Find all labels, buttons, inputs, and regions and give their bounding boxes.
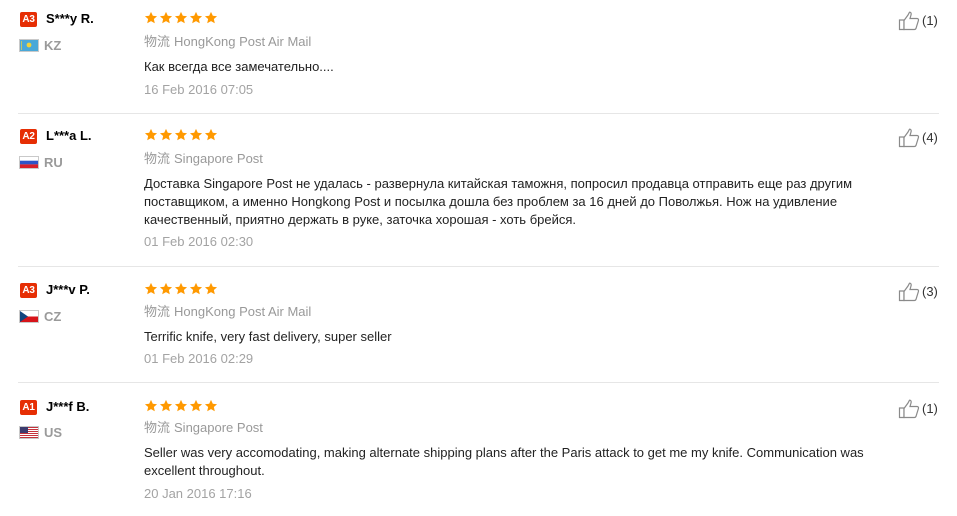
logistics-method: HongKong Post Air Mail (174, 304, 312, 319)
buyer-name: S***y R. (46, 11, 94, 26)
logistics-info: 物流 HongKong Post Air Mail (144, 304, 311, 320)
logistics-prefix: 物流 (144, 304, 171, 319)
rating-stars (144, 399, 218, 415)
logistics-method: Singapore Post (174, 151, 263, 166)
helpful-button[interactable]: (1) (898, 399, 938, 419)
thumbs-up-icon (898, 128, 920, 148)
star-icon (189, 11, 203, 24)
logistics-info: 物流 Singapore Post (144, 420, 263, 436)
review-item: A3 J***v P. CZ 物流 HongKong Post Air Mail … (0, 267, 957, 381)
buyer-level-badge: A2 (20, 129, 37, 144)
review-item: A2 L***a L. RU 物流 Singapore Post Доставка… (0, 114, 957, 266)
logistics-info: 物流 Singapore Post (144, 151, 263, 167)
star-icon (174, 11, 188, 24)
star-icon (159, 11, 173, 24)
helpful-count: (1) (922, 401, 938, 416)
star-icon (159, 128, 173, 141)
buyer-name: J***v P. (46, 282, 90, 297)
thumbs-up-icon (898, 282, 920, 302)
review-text: Terrific knife, very fast delivery, supe… (144, 329, 392, 344)
review-item: A3 S***y R. KZ 物流 HongKong Post Air Mail … (0, 0, 957, 112)
star-icon (189, 282, 203, 295)
rating-stars (144, 128, 218, 144)
flag-cz-icon (19, 310, 39, 323)
buyer-country: US (44, 425, 63, 440)
thumbs-up-icon (898, 11, 920, 31)
logistics-prefix: 物流 (144, 34, 171, 49)
star-icon (144, 282, 158, 295)
review-date: 16 Feb 2016 07:05 (144, 82, 254, 97)
star-icon (204, 11, 218, 24)
rating-stars (144, 11, 218, 27)
review-text: Seller was very accomodating, making alt… (144, 445, 864, 478)
logistics-prefix: 物流 (144, 151, 171, 166)
star-icon (204, 282, 218, 295)
flag-kz-icon (19, 39, 39, 52)
helpful-button[interactable]: (4) (898, 128, 938, 148)
buyer-country: KZ (44, 38, 62, 53)
logistics-prefix: 物流 (144, 420, 171, 435)
star-icon (174, 128, 188, 141)
star-icon (189, 128, 203, 141)
review-text: Как всегда все замечательно.... (144, 59, 334, 74)
star-icon (204, 128, 218, 141)
star-icon (144, 399, 158, 412)
review-date: 01 Feb 2016 02:30 (144, 234, 254, 249)
thumbs-up-icon (898, 399, 920, 419)
star-icon (204, 399, 218, 412)
flag-ru-icon (19, 156, 39, 169)
helpful-count: (4) (922, 130, 938, 145)
buyer-level-badge: A3 (20, 283, 37, 298)
logistics-method: Singapore Post (174, 420, 263, 435)
star-icon (174, 282, 188, 295)
review-date: 20 Jan 2016 17:16 (144, 486, 252, 501)
review-date: 01 Feb 2016 02:29 (144, 351, 254, 366)
buyer-name: L***a L. (46, 128, 92, 143)
logistics-info: 物流 HongKong Post Air Mail (144, 34, 311, 50)
helpful-count: (3) (922, 284, 938, 299)
buyer-country: RU (44, 155, 63, 170)
review-text: Доставка Singapore Post не удалась - раз… (144, 176, 853, 227)
helpful-button[interactable]: (3) (898, 282, 938, 302)
buyer-level-badge: A3 (20, 12, 37, 27)
review-item: A1 J***f B. US 物流 Singapore Post Seller w… (0, 383, 957, 516)
helpful-count: (1) (922, 13, 938, 28)
star-icon (159, 282, 173, 295)
rating-stars (144, 282, 218, 298)
buyer-country: CZ (44, 309, 62, 324)
buyer-name: J***f B. (46, 399, 90, 414)
flag-us-icon (19, 426, 39, 439)
star-icon (159, 399, 173, 412)
buyer-level-badge: A1 (20, 400, 37, 415)
star-icon (144, 11, 158, 24)
logistics-method: HongKong Post Air Mail (174, 34, 312, 49)
star-icon (174, 399, 188, 412)
star-icon (189, 399, 203, 412)
star-icon (144, 128, 158, 141)
helpful-button[interactable]: (1) (898, 11, 938, 31)
